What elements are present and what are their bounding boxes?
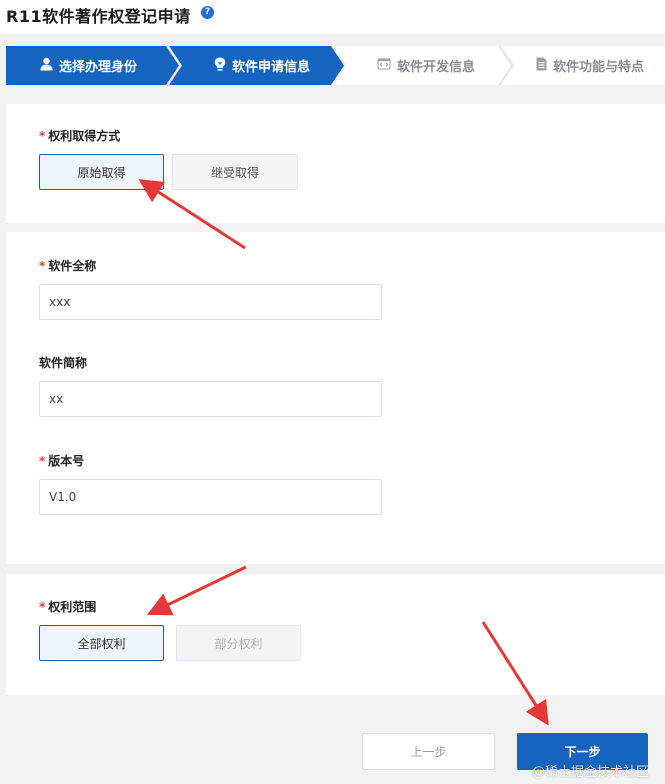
version-label: * 版本号 — [39, 454, 85, 468]
required-marker: * — [39, 259, 46, 273]
step-software-features[interactable]: 软件功能与特点 — [515, 46, 665, 85]
acquisition-panel: * 权利取得方式 原始取得 继受取得 — [6, 104, 665, 223]
step-software-development-info[interactable]: 软件开发信息 — [347, 46, 505, 85]
step-label: 选择办理身份 — [58, 60, 137, 75]
full-name-label: * 软件全称 — [39, 259, 97, 273]
page-title: R11软件著作权登记申请 — [6, 7, 191, 26]
option-original-acquisition[interactable]: 原始取得 — [39, 154, 164, 190]
acquisition-label: * 权利取得方式 — [39, 129, 121, 143]
document-icon — [536, 57, 547, 75]
option-inherited-acquisition[interactable]: 继受取得 — [172, 154, 298, 190]
rights-scope-panel: * 权利范围 全部权利 部分权利 — [6, 574, 665, 695]
step-select-identity[interactable]: 选择办理身份 — [6, 46, 171, 85]
code-window-icon — [377, 58, 391, 74]
rights-scope-label: * 权利范围 — [39, 600, 97, 614]
option-all-rights[interactable]: 全部权利 — [39, 625, 164, 661]
step-label: 软件开发信息 — [396, 60, 475, 75]
step-label: 软件功能与特点 — [552, 60, 644, 75]
step-label: 软件申请信息 — [231, 60, 310, 75]
title-bar: R11软件著作权登记申请 ? — [0, 0, 665, 34]
short-name-label: 软件简称 — [39, 356, 88, 370]
step-software-application-info[interactable]: 软件申请信息 — [182, 46, 342, 85]
software-info-panel: *软件全称 软件简称 *版本号 — [6, 232, 665, 564]
version-input[interactable] — [39, 479, 382, 515]
question-circle-icon[interactable]: ? — [201, 6, 214, 19]
full-name-input[interactable] — [39, 284, 382, 320]
watermark: @稀土掘金技术社区 — [532, 765, 650, 780]
required-marker: * — [39, 129, 46, 143]
step-progress-bar: 选择办理身份 软件申请信息 软件开发信息 软件功能与特点 — [6, 46, 665, 85]
previous-step-button[interactable]: 上一步 — [362, 733, 495, 770]
lightbulb-icon — [214, 57, 226, 75]
required-marker: * — [39, 454, 46, 468]
option-partial-rights[interactable]: 部分权利 — [176, 625, 301, 661]
required-marker: * — [39, 600, 46, 614]
user-icon — [40, 57, 53, 75]
short-name-input[interactable] — [39, 381, 382, 417]
